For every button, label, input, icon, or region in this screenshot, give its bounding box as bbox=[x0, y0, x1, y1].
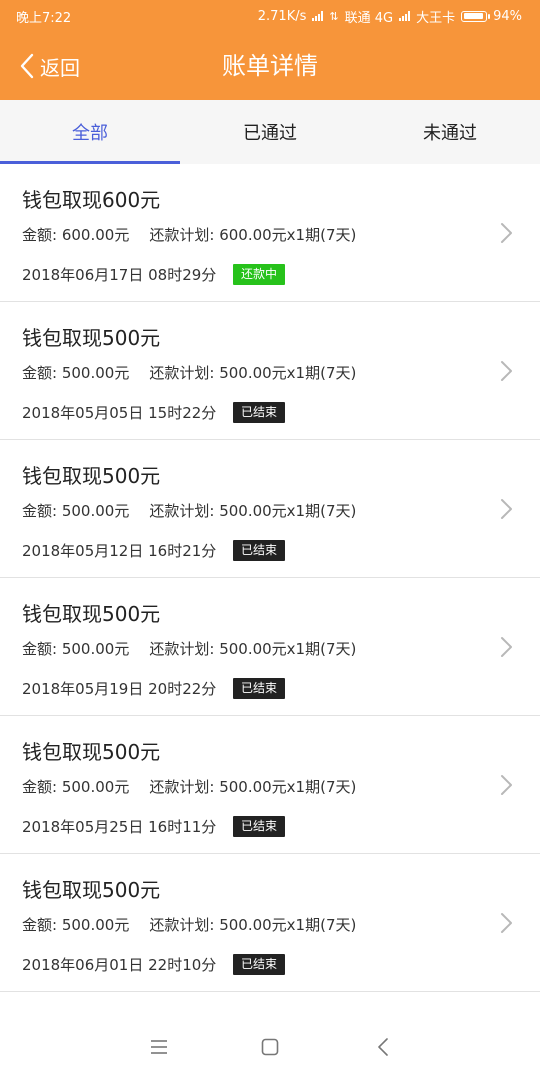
nav-menu-button[interactable] bbox=[144, 1034, 174, 1060]
status-badge: 还款中 bbox=[233, 264, 286, 285]
item-date: 2018年06月01日 22时10分 bbox=[22, 956, 217, 974]
signal-icon-2 bbox=[399, 11, 411, 21]
back-triangle-icon bbox=[378, 1038, 388, 1056]
menu-icon bbox=[151, 1040, 167, 1054]
data-transfer-icon: ⇅ bbox=[329, 9, 339, 23]
nav-home-button[interactable] bbox=[255, 1034, 285, 1060]
plan-value: 500.00元x1期(7天) bbox=[219, 916, 357, 934]
tab-label: 全部 bbox=[72, 123, 108, 144]
status-badge: 已结束 bbox=[233, 954, 286, 975]
tab-approved[interactable]: 已通过 bbox=[180, 100, 360, 164]
status-time: 晚上7:22 bbox=[16, 10, 72, 26]
amount-value: 500.00元 bbox=[61, 916, 130, 934]
tab-label: 已通过 bbox=[243, 123, 297, 144]
amount-label: 金额: bbox=[22, 502, 58, 520]
battery-percent: 94% bbox=[493, 8, 522, 24]
amount-label: 金额: bbox=[22, 640, 58, 658]
status-badge: 已结束 bbox=[233, 540, 286, 561]
amount-value: 500.00元 bbox=[61, 778, 130, 796]
item-title: 钱包取现500元 bbox=[22, 326, 161, 350]
item-date: 2018年06月17日 08时29分 bbox=[22, 266, 217, 284]
nav-back-button[interactable] bbox=[368, 1034, 398, 1060]
plan-label: 还款计划: bbox=[149, 364, 215, 382]
plan-value: 500.00元x1期(7天) bbox=[219, 640, 357, 658]
chevron-right-icon bbox=[501, 775, 512, 795]
amount-value: 500.00元 bbox=[61, 640, 130, 658]
plan-value: 500.00元x1期(7天) bbox=[219, 502, 357, 520]
status-badge: 已结束 bbox=[233, 816, 286, 837]
chevron-right-icon bbox=[501, 913, 512, 933]
plan-label: 还款计划: bbox=[149, 502, 215, 520]
plan-label: 还款计划: bbox=[149, 640, 215, 658]
item-detail: 金额: 500.00元 还款计划: 500.00元x1期(7天) bbox=[22, 362, 356, 383]
chevron-right-icon bbox=[501, 499, 512, 519]
amount-value: 600.00元 bbox=[61, 226, 130, 244]
plan-label: 还款计划: bbox=[149, 916, 215, 934]
amount-label: 金额: bbox=[22, 364, 58, 382]
title-bar: 返回 账单详情 bbox=[0, 32, 540, 100]
bill-list: 钱包取现600元 金额: 600.00元 还款计划: 600.00元x1期(7天)… bbox=[0, 164, 540, 992]
item-title: 钱包取现500元 bbox=[22, 878, 161, 902]
list-item[interactable]: 钱包取现500元 金额: 500.00元 还款计划: 500.00元x1期(7天)… bbox=[0, 440, 540, 578]
chevron-right-icon bbox=[501, 637, 512, 657]
system-nav-bar bbox=[0, 1014, 540, 1080]
chevron-right-icon bbox=[501, 223, 512, 243]
item-detail: 金额: 500.00元 还款计划: 500.00元x1期(7天) bbox=[22, 914, 356, 935]
status-bar: 晚上7:22 2.71K/s ⇅ 联通 4G 大王卡 94% bbox=[0, 0, 540, 32]
plan-value: 600.00元x1期(7天) bbox=[219, 226, 357, 244]
item-detail: 金额: 500.00元 还款计划: 500.00元x1期(7天) bbox=[22, 500, 356, 521]
page-title: 账单详情 bbox=[222, 52, 318, 80]
signal-icon bbox=[312, 11, 324, 21]
list-item[interactable]: 钱包取现500元 金额: 500.00元 还款计划: 500.00元x1期(7天)… bbox=[0, 854, 540, 992]
list-item[interactable]: 钱包取现600元 金额: 600.00元 还款计划: 600.00元x1期(7天)… bbox=[0, 164, 540, 302]
item-date: 2018年05月25日 16时11分 bbox=[22, 818, 217, 836]
amount-label: 金额: bbox=[22, 916, 58, 934]
carrier-1: 联通 4G bbox=[344, 10, 394, 26]
item-detail: 金额: 600.00元 还款计划: 600.00元x1期(7天) bbox=[22, 224, 356, 245]
plan-label: 还款计划: bbox=[149, 778, 215, 796]
plan-label: 还款计划: bbox=[149, 226, 215, 244]
amount-label: 金额: bbox=[22, 778, 58, 796]
network-speed: 2.71K/s bbox=[257, 8, 307, 24]
list-item[interactable]: 钱包取现500元 金额: 500.00元 还款计划: 500.00元x1期(7天)… bbox=[0, 578, 540, 716]
plan-value: 500.00元x1期(7天) bbox=[219, 778, 357, 796]
item-date: 2018年05月19日 20时22分 bbox=[22, 680, 217, 698]
battery-icon bbox=[461, 10, 491, 22]
item-date: 2018年05月12日 16时21分 bbox=[22, 542, 217, 560]
tab-label: 未通过 bbox=[423, 123, 477, 144]
home-square-icon bbox=[261, 1038, 279, 1056]
tab-bar: 全部 已通过 未通过 bbox=[0, 100, 540, 164]
status-indicators: 2.71K/s ⇅ 联通 4G 大王卡 94% bbox=[258, 7, 522, 26]
amount-value: 500.00元 bbox=[61, 364, 130, 382]
item-detail: 金额: 500.00元 还款计划: 500.00元x1期(7天) bbox=[22, 776, 356, 797]
item-date: 2018年05月05日 15时22分 bbox=[22, 404, 217, 422]
amount-value: 500.00元 bbox=[61, 502, 130, 520]
plan-value: 500.00元x1期(7天) bbox=[219, 364, 357, 382]
item-title: 钱包取现500元 bbox=[22, 602, 161, 626]
tab-all[interactable]: 全部 bbox=[0, 100, 180, 164]
carrier-2: 大王卡 bbox=[416, 10, 456, 26]
status-badge: 已结束 bbox=[233, 678, 286, 699]
tab-rejected[interactable]: 未通过 bbox=[360, 100, 540, 164]
item-title: 钱包取现500元 bbox=[22, 464, 161, 488]
chevron-right-icon bbox=[501, 361, 512, 381]
item-title: 钱包取现500元 bbox=[22, 740, 161, 764]
list-item[interactable]: 钱包取现500元 金额: 500.00元 还款计划: 500.00元x1期(7天)… bbox=[0, 716, 540, 854]
item-detail: 金额: 500.00元 还款计划: 500.00元x1期(7天) bbox=[22, 638, 356, 659]
item-title: 钱包取现600元 bbox=[22, 188, 161, 212]
amount-label: 金额: bbox=[22, 226, 58, 244]
status-badge: 已结束 bbox=[233, 402, 286, 423]
list-item[interactable]: 钱包取现500元 金额: 500.00元 还款计划: 500.00元x1期(7天)… bbox=[0, 302, 540, 440]
